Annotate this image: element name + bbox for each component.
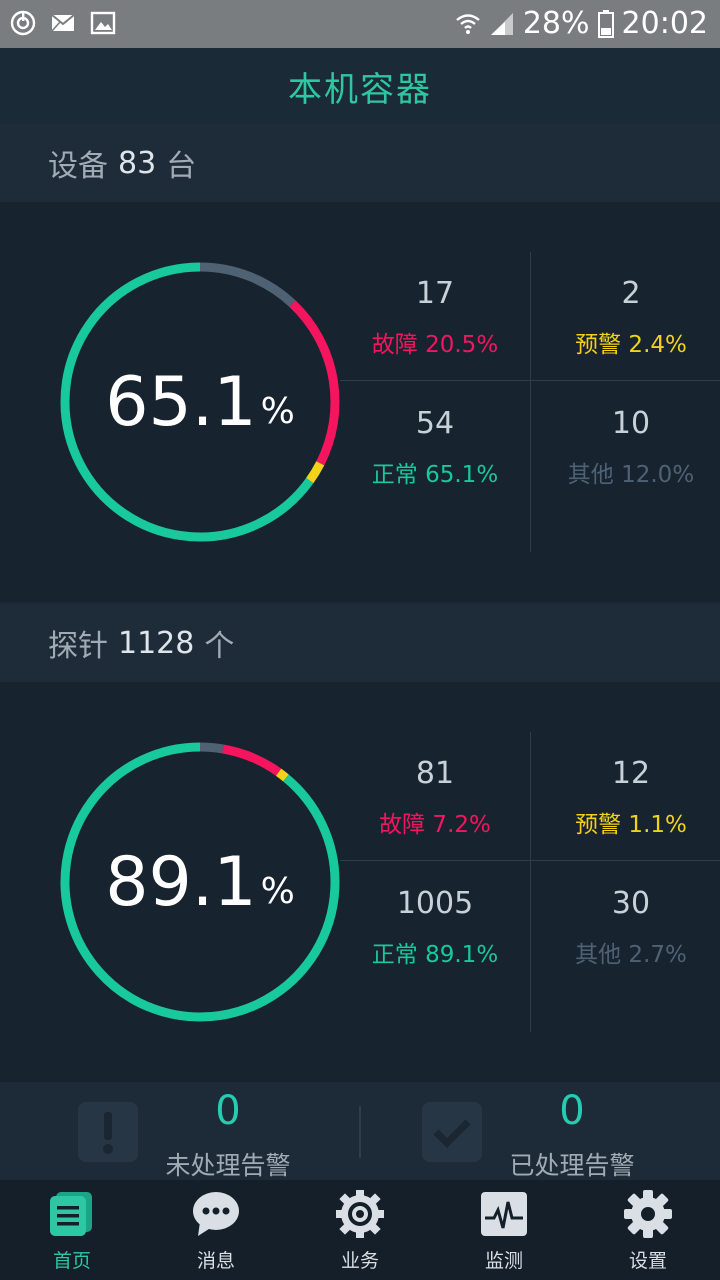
stat-count: 17 — [415, 276, 455, 311]
probes-panel: 89.1% 81 故障 7.2% 12 预警 1.1% 1005 正常 89.1… — [0, 682, 720, 1082]
nav-item-settings[interactable]: 设置 — [576, 1180, 720, 1280]
probes-header: 探针 1128 个 — [0, 604, 720, 682]
grid-divider — [530, 252, 531, 552]
devices-header: 设备 83 台 — [0, 124, 720, 202]
probes-fault-stat[interactable]: 81 故障 7.2% — [340, 756, 530, 839]
page-title: 本机容器 — [288, 69, 432, 110]
stat-label: 预警 1.1% — [575, 812, 687, 838]
business-gear-icon — [336, 1190, 384, 1238]
clock: 20:02 — [621, 6, 708, 41]
battery-percent: 28% — [522, 6, 590, 41]
stat-label: 正常 65.1% — [371, 462, 499, 488]
unhandled-alert-count[interactable]: 0 — [168, 1088, 288, 1134]
monitor-pulse-icon — [481, 1192, 527, 1236]
alert-divider — [359, 1106, 361, 1158]
probes-percent: 89.1 — [105, 842, 257, 922]
grid-divider — [340, 380, 720, 381]
probes-other-stat[interactable]: 30 其他 2.7% — [536, 886, 720, 969]
stat-count: 1005 — [396, 886, 474, 921]
devices-normal-stat[interactable]: 54 正常 65.1% — [340, 406, 530, 489]
unhandled-alert-label[interactable]: 未处理告警 — [128, 1146, 328, 1182]
probes-ring-chart: 89.1% — [58, 740, 342, 1024]
alerts-summary: 0 未处理告警 0 已处理告警 — [0, 1082, 720, 1180]
stat-count: 30 — [611, 886, 651, 921]
nav-item-business[interactable]: 业务 — [288, 1180, 432, 1280]
stat-label: 故障 20.5% — [371, 332, 499, 358]
devices-unit: 台 — [166, 149, 197, 184]
stat-label: 故障 7.2% — [379, 812, 491, 838]
home-list-icon — [50, 1192, 92, 1236]
probes-normal-stat[interactable]: 1005 正常 89.1% — [340, 886, 530, 969]
devices-other-stat[interactable]: 10 其他 12.0% — [536, 406, 720, 489]
handled-alert-label[interactable]: 已处理告警 — [472, 1146, 672, 1182]
message-icon — [193, 1192, 239, 1236]
app-header: 本机容器 — [0, 48, 720, 124]
nav-item-messages[interactable]: 消息 — [144, 1180, 288, 1280]
handled-alert-count[interactable]: 0 — [512, 1088, 632, 1134]
devices-count: 83 — [118, 145, 157, 181]
probes-warn-stat[interactable]: 12 预警 1.1% — [536, 756, 720, 839]
devices-fault-stat[interactable]: 17 故障 20.5% — [340, 276, 530, 359]
nav-label: 业务 — [340, 1250, 379, 1272]
devices-label: 设备 — [48, 149, 108, 184]
devices-percent-sign: % — [260, 390, 295, 432]
battery-icon — [597, 9, 614, 38]
stat-count: 12 — [611, 756, 651, 791]
stat-count: 81 — [415, 756, 455, 791]
stat-label: 其他 12.0% — [567, 462, 695, 488]
devices-percent: 65.1 — [105, 362, 257, 442]
stat-count: 2 — [621, 276, 641, 311]
nav-label: 消息 — [196, 1250, 235, 1272]
grid-divider — [340, 860, 720, 861]
status-bar: 28% 20:02 — [0, 0, 720, 48]
mail-icon — [51, 14, 75, 32]
probes-label: 探针 — [48, 629, 108, 664]
nav-label: 设置 — [628, 1250, 667, 1272]
stat-label: 正常 89.1% — [371, 942, 499, 968]
nav-item-monitor[interactable]: 监测 — [432, 1180, 576, 1280]
stat-label: 其他 2.7% — [575, 942, 687, 968]
settings-gear-icon — [624, 1190, 672, 1238]
image-icon — [90, 11, 116, 35]
grid-divider — [530, 732, 531, 1032]
nav-item-home[interactable]: 首页 — [0, 1180, 144, 1280]
stat-label: 预警 2.4% — [575, 332, 687, 358]
devices-ring-chart: 65.1% — [58, 260, 342, 544]
devices-panel: 65.1% 17 故障 20.5% 2 预警 2.4% 54 正常 65.1% … — [0, 202, 720, 602]
nav-label: 首页 — [52, 1250, 91, 1272]
signal-icon — [490, 12, 513, 35]
probes-unit: 个 — [204, 629, 235, 664]
stat-count: 54 — [415, 406, 455, 441]
stat-count: 10 — [611, 406, 651, 441]
nav-label: 监测 — [484, 1250, 523, 1272]
wifi-icon — [456, 13, 480, 34]
probes-count: 1128 — [118, 625, 195, 661]
bottom-navigation: 首页 消息 业务 监测 设置 — [0, 1180, 720, 1280]
sync-icon — [10, 10, 36, 36]
probes-percent-sign: % — [260, 870, 295, 912]
devices-warn-stat[interactable]: 2 预警 2.4% — [536, 276, 720, 359]
